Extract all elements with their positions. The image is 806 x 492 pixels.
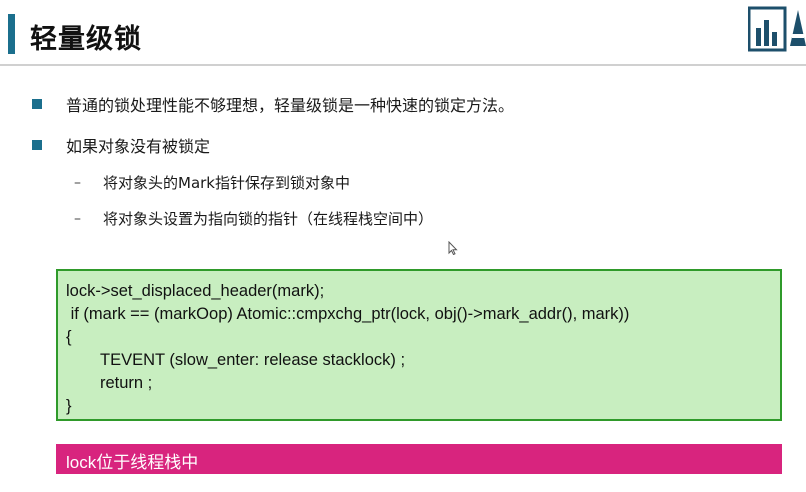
slide-header: 轻量级锁 bbox=[8, 8, 806, 62]
bullet-item: 普通的锁处理性能不够理想，轻量级锁是一种快速的锁定方法。 bbox=[32, 92, 514, 116]
sub-bullet-text: 将对象头的Mark指针保存到锁对象中 bbox=[103, 174, 350, 192]
bar-chart-logo-icon bbox=[748, 4, 806, 52]
code-line: TEVENT (slow_enter: release stacklock) ; bbox=[100, 351, 406, 369]
dash-bullet: – bbox=[74, 174, 81, 191]
sub-bullet-item: – 将对象头的Mark指针保存到锁对象中 bbox=[74, 172, 350, 193]
bullet-text: 普通的锁处理性能不够理想，轻量级锁是一种快速的锁定方法。 bbox=[66, 96, 515, 115]
code-line: return ; bbox=[100, 374, 153, 392]
sub-bullet-item: – 将对象头设置为指向锁的指针（在线程栈空间中） bbox=[74, 208, 433, 229]
code-line: { bbox=[66, 328, 72, 346]
header-divider bbox=[0, 64, 806, 66]
square-bullet-icon bbox=[32, 140, 42, 150]
square-bullet-icon bbox=[32, 99, 42, 109]
note-text: lock位于线程栈中 bbox=[66, 453, 199, 472]
code-block: lock->set_displaced_header(mark); if (ma… bbox=[56, 269, 782, 421]
highlight-note: lock位于线程栈中 bbox=[56, 444, 782, 474]
sub-bullet-text: 将对象头设置为指向锁的指针（在线程栈空间中） bbox=[103, 210, 434, 228]
code-line: } bbox=[66, 397, 72, 415]
bullet-item: 如果对象没有被锁定 bbox=[32, 133, 210, 157]
mouse-pointer-icon bbox=[448, 240, 458, 256]
bullet-text: 如果对象没有被锁定 bbox=[66, 137, 211, 156]
dash-bullet: – bbox=[74, 210, 81, 227]
code-line: if (mark == (markOop) Atomic::cmpxchg_pt… bbox=[66, 305, 630, 323]
title-accent-bar bbox=[8, 14, 15, 54]
page-title: 轻量级锁 bbox=[30, 24, 142, 55]
code-line: lock->set_displaced_header(mark); bbox=[66, 282, 325, 300]
